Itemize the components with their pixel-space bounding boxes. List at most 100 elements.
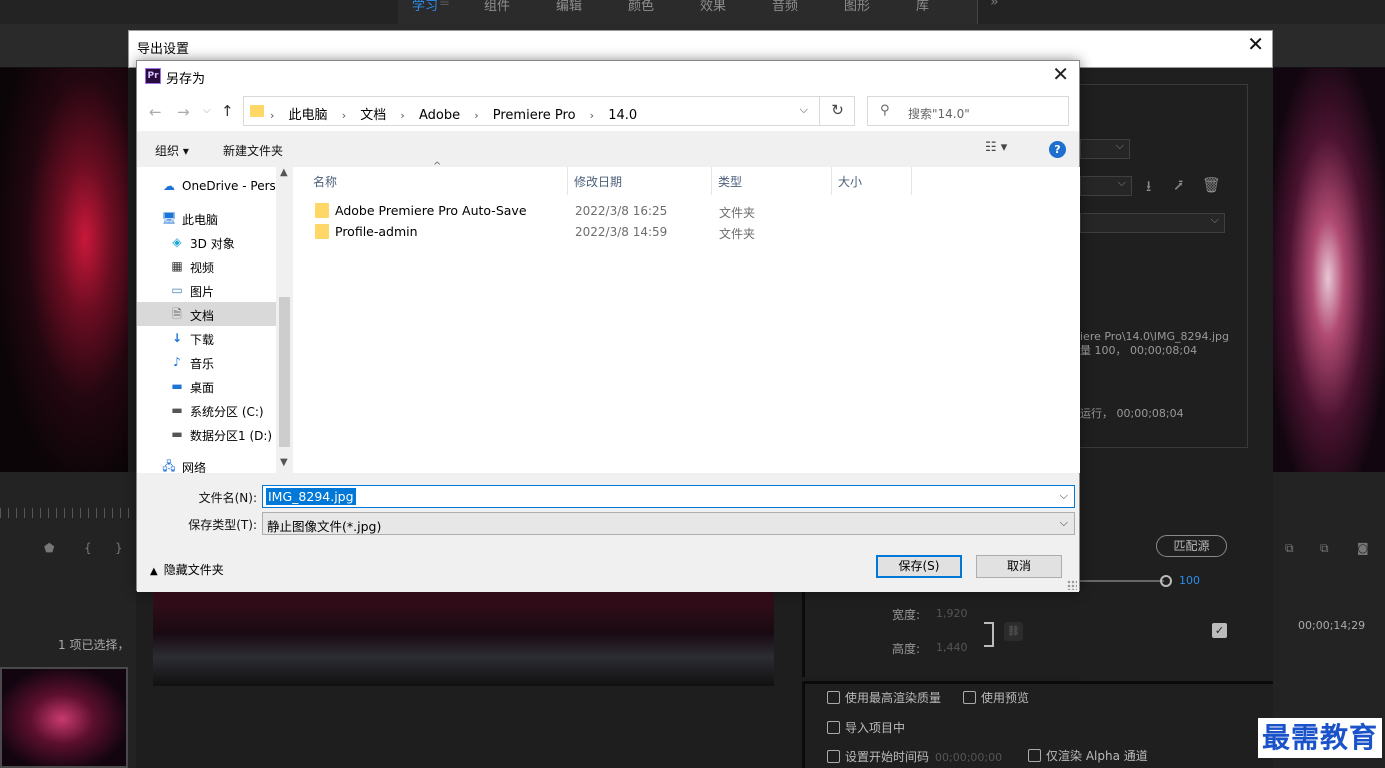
cancel-button[interactable]: 取消 [976, 555, 1062, 578]
navigation-scrollbar[interactable]: ▲ ▼ [276, 167, 293, 473]
scroll-up-icon[interactable]: ▲ [280, 167, 288, 178]
nav-item-onedrive[interactable]: ☁ OneDrive - Perso [137, 174, 276, 198]
tab-color[interactable]: 颜色 [628, 0, 654, 14]
close-icon[interactable]: ✕ [1052, 64, 1069, 84]
link-icon[interactable]: ⛓ [1004, 622, 1023, 641]
tab-graphics[interactable]: 图形 [844, 0, 870, 14]
import-checkbox[interactable]: 导入项目中 [827, 719, 905, 736]
height-value[interactable]: 1,440 [936, 641, 968, 654]
checkbox-box[interactable] [827, 750, 840, 763]
view-options-icon[interactable]: ☷ ▾ [985, 140, 1007, 155]
width-value[interactable]: 1,920 [936, 607, 968, 620]
tab-menu-icon[interactable]: ≡ [439, 0, 450, 10]
nav-item-downloads[interactable]: ↓ 下载 [137, 326, 276, 350]
clip-thumbnail[interactable] [0, 667, 128, 768]
preset-dropdown[interactable] [1080, 176, 1132, 196]
tab-effects[interactable]: 效果 [700, 0, 726, 14]
folder-icon [315, 224, 329, 239]
nav-item-this-pc[interactable]: 🖥 此电脑 [137, 206, 276, 230]
tab-learn[interactable]: 学习 [412, 0, 438, 14]
nav-item-music[interactable]: ♪ 音乐 [137, 350, 276, 374]
filetype-select[interactable]: 静止图像文件(*.jpg) ⌵ [262, 512, 1075, 535]
nav-item-pictures[interactable]: ▭ 图片 [137, 278, 276, 302]
camera-icon[interactable]: ◙ [1357, 541, 1369, 555]
delete-preset-icon[interactable]: 🗑 [1202, 176, 1221, 194]
recent-locations-chevron-icon[interactable]: ⌵ [203, 105, 211, 116]
comments-field[interactable] [1080, 213, 1225, 233]
max-quality-checkbox[interactable]: 使用最高渲染质量 [827, 689, 941, 706]
tab-audio[interactable]: 音频 [772, 0, 798, 14]
checkbox-box[interactable] [963, 691, 976, 704]
nav-item-drive-d[interactable]: ▬ 数据分区1 (D:) [137, 422, 276, 446]
nav-item-label: 图片 [190, 285, 215, 299]
list-item[interactable]: Adobe Premiere Pro Auto-Save 2022/3/8 16… [309, 201, 1049, 221]
chevron-down-icon[interactable]: ⌵ [1060, 489, 1068, 503]
breadcrumb-14[interactable]: 14.0 [608, 108, 637, 123]
breadcrumb-premiere-pro[interactable]: Premiere Pro [493, 108, 576, 123]
double-chevron-right-icon[interactable]: » [990, 0, 999, 10]
quality-value[interactable]: 100 [1179, 574, 1200, 587]
lift-icon[interactable]: ⧉ [1285, 541, 1294, 556]
checkbox-box[interactable] [1028, 749, 1041, 762]
help-icon[interactable]: ? [1049, 141, 1066, 158]
start-timecode-checkbox[interactable]: 设置开始时间码 00;00;00;00 [827, 748, 1002, 765]
forward-arrow-icon[interactable]: → [177, 103, 190, 121]
alpha-only-checkbox[interactable]: 仅渲染 Alpha 通道 [1028, 747, 1148, 764]
scrollbar-thumb[interactable] [279, 297, 290, 447]
checkbox-box[interactable] [827, 691, 840, 704]
breadcrumb-this-pc[interactable]: 此电脑 [289, 108, 328, 123]
nav-item-videos[interactable]: ▦ 视频 [137, 254, 276, 278]
tab-assembly[interactable]: 组件 [484, 0, 510, 14]
tab-editing[interactable]: 编辑 [556, 0, 582, 14]
list-item[interactable]: Profile-admin 2022/3/8 14:59 文件夹 [309, 222, 1049, 242]
column-divider[interactable] [567, 167, 568, 195]
output-summary: iere Pro\14.0\IMG_8294.jpg 量 100， 00;00;… [1080, 330, 1229, 358]
checkbox-box[interactable] [827, 721, 840, 734]
column-name[interactable]: 名称 [313, 173, 337, 197]
address-bar[interactable]: › 此电脑 › 文档 › Adobe › Premiere Pro › 14.0… [243, 96, 855, 126]
match-checkbox[interactable]: ✓ [1212, 623, 1227, 638]
search-input[interactable]: ⚲ 搜索"14.0" [867, 96, 1069, 126]
scroll-down-icon[interactable]: ▼ [280, 457, 288, 468]
breadcrumb-separator: › [341, 109, 347, 122]
match-source-button[interactable]: 匹配源 [1156, 535, 1227, 557]
nav-item-desktop[interactable]: ▬ 桌面 [137, 374, 276, 398]
organize-button[interactable]: 组织 ▾ [155, 142, 189, 159]
import-preset-icon[interactable]: ⭷ [1174, 176, 1192, 195]
back-arrow-icon[interactable]: ← [149, 103, 162, 121]
close-icon[interactable]: ✕ [1247, 34, 1264, 54]
hide-folders-toggle[interactable]: ▲ 隐藏文件夹 [150, 561, 224, 578]
use-preview-checkbox[interactable]: 使用预览 [963, 689, 1029, 706]
quality-slider-knob[interactable] [1160, 575, 1172, 587]
quality-slider-track[interactable] [1080, 580, 1164, 582]
chevron-down-icon[interactable]: ⌵ [1060, 516, 1068, 530]
column-size[interactable]: 大小 [838, 173, 862, 197]
column-divider[interactable] [831, 167, 832, 195]
breadcrumb-adobe[interactable]: Adobe [419, 108, 460, 123]
filename-value[interactable]: IMG_8294.jpg [266, 488, 356, 505]
save-button[interactable]: 保存(S) [876, 555, 962, 578]
start-timecode-value[interactable]: 00;00;00;00 [935, 751, 1002, 764]
nav-item-drive-c[interactable]: ▬ 系统分区 (C:) [137, 398, 276, 422]
nav-item-3d-objects[interactable]: ◈ 3D 对象 [137, 230, 276, 254]
column-date-modified[interactable]: 修改日期 [574, 173, 622, 197]
mark-in-icon[interactable]: { [84, 541, 92, 555]
chevron-down-icon[interactable]: ⌵ [800, 103, 808, 117]
format-dropdown[interactable] [1080, 139, 1130, 159]
nav-item-documents[interactable]: 🗎 文档 [137, 302, 276, 326]
mark-out-icon[interactable]: } [115, 541, 123, 555]
refresh-icon[interactable]: ↻ [819, 96, 855, 126]
filename-field[interactable]: IMG_8294.jpg ⌵ [262, 485, 1075, 508]
new-folder-button[interactable]: 新建文件夹 [223, 142, 283, 159]
column-divider[interactable] [711, 167, 712, 195]
extract-icon[interactable]: ⧉ [1320, 541, 1329, 556]
breadcrumb-documents[interactable]: 文档 [360, 108, 386, 123]
marker-icon[interactable]: ⬟ [44, 541, 54, 555]
folder-icon [250, 105, 264, 117]
column-type[interactable]: 类型 [718, 173, 742, 197]
save-preset-icon[interactable]: ⭳ [1146, 176, 1164, 195]
resize-grip-icon[interactable] [1067, 580, 1077, 590]
tab-libraries[interactable]: 库 [916, 0, 929, 14]
column-divider[interactable] [911, 167, 912, 195]
up-arrow-icon[interactable]: ↑ [221, 102, 234, 120]
